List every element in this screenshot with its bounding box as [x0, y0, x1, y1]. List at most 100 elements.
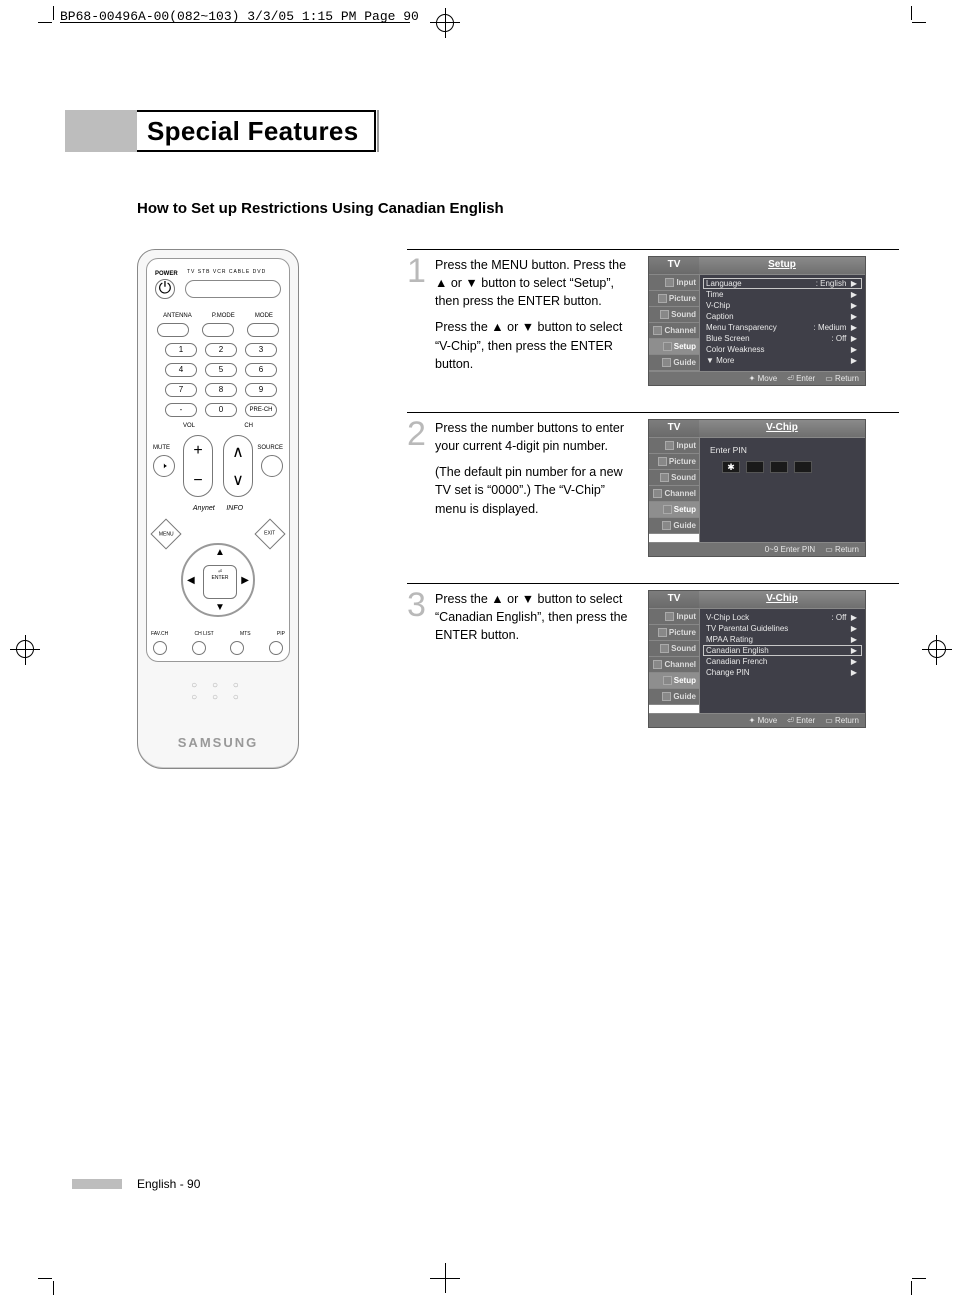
btn-favch [153, 641, 167, 655]
step-number: 3 [407, 590, 429, 728]
up-arrow-icon: ▲ [215, 547, 225, 558]
osd-item: TV Parental Guidelines▶ [700, 623, 865, 634]
pin-digit-3 [770, 461, 788, 473]
step-1-text: Press the MENU button. Press the ▲ or ▼ … [435, 256, 632, 386]
left-arrow-icon: ◀ [187, 575, 195, 586]
remote-dots: ○ ○ ○○ ○ ○ [138, 680, 298, 704]
osd-item: V-Chip Lock: Off ▶ [700, 612, 865, 623]
num-0: 0 [205, 403, 237, 417]
down-arrow-icon: ▼ [215, 602, 225, 613]
crop-mark [911, 6, 912, 20]
nav-ring: ▲ ▼ ◀ ▶ ⏎ENTER [181, 543, 255, 617]
section-header: Special Features [65, 110, 899, 152]
osd-item: Change PIN▶ [700, 667, 865, 678]
mute-button: 🕨 [153, 455, 175, 477]
osd-item: MPAA Rating▶ [700, 634, 865, 645]
osd-item: Canadian English▶ [703, 645, 862, 656]
footer-accent [72, 1179, 122, 1189]
pin-digit-1: ✱ [722, 461, 740, 473]
osd-item: Time▶ [700, 289, 865, 300]
enterpin-hint: 0~9 Enter PIN [765, 545, 815, 554]
osd-tab-picture: Picture [649, 291, 699, 307]
pin-digit-4 [794, 461, 812, 473]
lbl-mute: MUTE [153, 445, 170, 451]
osd-tab-setup: Setup [649, 339, 699, 355]
reg-mark [922, 649, 952, 650]
exit-button: EXIT [254, 518, 285, 549]
osd-tv-label: TV [649, 591, 699, 609]
osd-item: Caption▶ [700, 311, 865, 322]
enter-button: ⏎ENTER [203, 565, 237, 599]
source-button [261, 455, 283, 477]
osd-title: V-Chip [699, 420, 865, 438]
step-number: 1 [407, 256, 429, 386]
num-8: 8 [205, 383, 237, 397]
enter-hint: ⏎ Enter [787, 374, 815, 383]
osd-tab-guide: Guide [649, 689, 699, 705]
num-1: 1 [165, 343, 197, 357]
return-hint: ▭ Return [825, 374, 859, 383]
crop-mark [38, 1278, 52, 1279]
row-labels: ANTENNA P.MODE MODE [147, 313, 289, 319]
osd-item: Blue Screen: Off ▶ [700, 333, 865, 344]
rule [407, 412, 899, 413]
osd-item: ▼ More▶ [700, 355, 865, 366]
reg-mark [936, 635, 937, 665]
num-4: 4 [165, 363, 197, 377]
move-hint: ✦ Move [749, 716, 778, 725]
osd-tab-channel: Channel [649, 657, 699, 673]
crop-mark [912, 1278, 926, 1279]
header-accent [65, 110, 137, 152]
osd-tab-channel: Channel [649, 323, 699, 339]
osd-item: V-Chip▶ [700, 300, 865, 311]
osd-title: Setup [699, 257, 865, 275]
return-hint: ▭ Return [825, 545, 859, 554]
vol-rocker: +− [183, 435, 213, 497]
osd-tab-picture: Picture [649, 454, 699, 470]
btn-mts [230, 641, 244, 655]
btn-pip [269, 641, 283, 655]
crop-mark [53, 1281, 54, 1295]
crop-mark [38, 22, 52, 23]
reg-mark [25, 635, 26, 665]
btn-chlist [192, 641, 206, 655]
mode-slider [185, 280, 281, 298]
osd-item: Menu Transparency: Medium ▶ [700, 322, 865, 333]
osd-tv-label: TV [649, 420, 699, 438]
rule [407, 583, 899, 584]
lbl-info: INFO [226, 505, 243, 512]
crop-mark [912, 22, 926, 23]
osd-tab-channel: Channel [649, 486, 699, 502]
btn-mode [247, 323, 279, 337]
lbl-pip: PIP [277, 631, 285, 637]
lbl-source: SOURCE [257, 445, 283, 451]
lbl-mode: MODE [255, 313, 273, 319]
num-5: 5 [205, 363, 237, 377]
osd-item: Canadian French▶ [700, 656, 865, 667]
ch-rocker: ∧∨ [223, 435, 253, 497]
enter-hint: ⏎ Enter [787, 716, 815, 725]
osd-tab-input: Input [649, 275, 699, 291]
lbl-antenna: ANTENNA [163, 313, 192, 319]
number-pad: 1 2 3 4 5 6 7 8 9 - 0 PRE-CH [165, 343, 271, 417]
num-6: 6 [245, 363, 277, 377]
osd-tab-sound: Sound [649, 307, 699, 323]
num-dash: - [165, 403, 197, 417]
num-7: 7 [165, 383, 197, 397]
osd-tv-label: TV [649, 257, 699, 275]
step-2-text: Press the number buttons to enter your c… [435, 419, 632, 557]
btn-prech: PRE-CH [245, 403, 277, 417]
osd-tab-guide: Guide [649, 518, 699, 534]
osd-item: Language: English ▶ [703, 278, 862, 289]
brand-logo: SAMSUNG [138, 735, 298, 750]
lbl-ch: CH [244, 423, 253, 429]
mode-labels: TV STB VCR CABLE DVD [187, 269, 266, 275]
lbl-vol: VOL [183, 423, 195, 429]
osd-tab-setup: Setup [649, 502, 699, 518]
power-button: ⏻ [155, 279, 175, 299]
num-9: 9 [245, 383, 277, 397]
osd-tab-picture: Picture [649, 625, 699, 641]
osd-vchip-pin: TV V-Chip InputPictureSoundChannelSetupG… [648, 419, 866, 557]
rule [407, 249, 899, 250]
osd-title: V-Chip [699, 591, 865, 609]
